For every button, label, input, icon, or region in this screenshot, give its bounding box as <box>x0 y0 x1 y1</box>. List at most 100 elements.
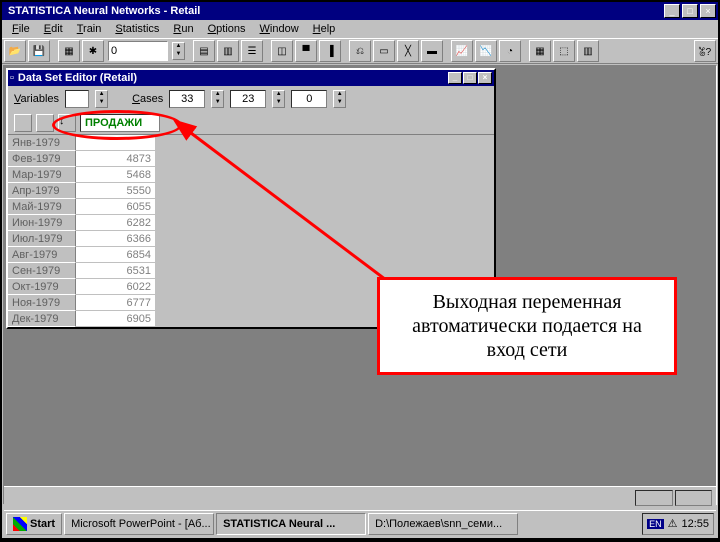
cell-value[interactable]: 5550 <box>76 183 156 199</box>
table-row[interactable]: Авг-19796854 <box>8 247 494 263</box>
taskbar: Start Microsoft PowerPoint - [Аб... STAT… <box>4 510 716 536</box>
row-header: Дек-1979 <box>8 311 76 327</box>
tb-chart2-icon[interactable]: 📉 <box>475 40 497 62</box>
column-header[interactable]: ПРОДАЖИ <box>80 114 160 132</box>
row-header: Июн-1979 <box>8 215 76 231</box>
tb-j-icon[interactable]: ▬ <box>421 40 443 62</box>
child-title-text: Data Set Editor (Retail) <box>18 72 137 84</box>
cell-value[interactable]: 6777 <box>76 295 156 311</box>
tb-f-icon[interactable]: ▐ <box>319 40 341 62</box>
tb-i-icon[interactable]: ╳ <box>397 40 419 62</box>
cell-value[interactable]: 6531 <box>76 263 156 279</box>
cases-spin-3[interactable]: ▲▼ <box>333 90 346 108</box>
row-header: Авг-1979 <box>8 247 76 263</box>
tb-h-icon[interactable]: ▭ <box>373 40 395 62</box>
tb-e-icon[interactable]: ▀ <box>295 40 317 62</box>
table-row[interactable]: Мар-19795468 <box>8 167 494 183</box>
annotation-callout: Выходная переменная автоматически подает… <box>377 277 677 375</box>
row-header: Янв-1979 <box>8 135 76 151</box>
app-titlebar: STATISTICA Neural Networks - Retail _ □ … <box>2 2 718 20</box>
cases-spin-1[interactable]: ▲▼ <box>211 90 224 108</box>
status-cell-1 <box>635 490 672 506</box>
tb-help-icon[interactable]: 𖡄? <box>694 40 716 62</box>
tb-save-icon[interactable]: 💾 <box>28 40 50 62</box>
variables-spin[interactable]: ▲▼ <box>95 90 108 108</box>
status-cell-2 <box>675 490 712 506</box>
tb-value-input[interactable] <box>108 41 168 61</box>
cases-input-1[interactable] <box>169 90 205 108</box>
cell-value[interactable]: 4873 <box>76 151 156 167</box>
system-tray: EN ⚠ 12:55 <box>642 513 714 535</box>
lang-indicator[interactable]: EN <box>647 519 664 529</box>
table-row[interactable]: Янв-1979 <box>8 135 494 151</box>
tb-spin[interactable]: ▲▼ <box>172 42 185 60</box>
cell-value[interactable]: 5468 <box>76 167 156 183</box>
col-btn-3[interactable]: ↕ <box>58 114 76 132</box>
child-min-button[interactable]: _ <box>448 72 462 84</box>
menu-help[interactable]: Help <box>307 22 342 36</box>
child-titlebar: ▫ Data Set Editor (Retail) _ □ × <box>8 70 494 86</box>
cell-value[interactable]: 6282 <box>76 215 156 231</box>
tb-a-icon[interactable]: ▤ <box>193 40 215 62</box>
menu-run[interactable]: Run <box>167 22 199 36</box>
windows-logo-icon <box>13 517 27 531</box>
cases-input-3[interactable] <box>291 90 327 108</box>
tb-c-icon[interactable]: ☰ <box>241 40 263 62</box>
tb-m-icon[interactable]: ▥ <box>577 40 599 62</box>
child-max-button[interactable]: □ <box>463 72 477 84</box>
table-row[interactable]: Июн-19796282 <box>8 215 494 231</box>
col-btn-1[interactable] <box>14 114 32 132</box>
cell-value[interactable]: 6854 <box>76 247 156 263</box>
tb-b-icon[interactable]: ▥ <box>217 40 239 62</box>
callout-text: Выходная переменная автоматически подает… <box>392 290 662 362</box>
cell-value[interactable]: 6022 <box>76 279 156 295</box>
row-header: Май-1979 <box>8 199 76 215</box>
tb-k-icon[interactable]: ▦ <box>529 40 551 62</box>
menu-statistics[interactable]: Statistics <box>109 22 165 36</box>
task-powerpoint[interactable]: Microsoft PowerPoint - [Аб... <box>64 513 214 535</box>
close-button[interactable]: × <box>700 4 716 18</box>
tb-g-icon[interactable]: ⎌ <box>349 40 371 62</box>
menu-train[interactable]: Train <box>71 22 108 36</box>
menu-edit[interactable]: Edit <box>38 22 69 36</box>
maximize-button[interactable]: □ <box>682 4 698 18</box>
row-header: Сен-1979 <box>8 263 76 279</box>
table-row[interactable]: Апр-19795550 <box>8 183 494 199</box>
row-header: Окт-1979 <box>8 279 76 295</box>
tb-chart3-icon[interactable]: ◔ <box>499 40 521 62</box>
cell-value[interactable] <box>76 135 156 151</box>
variables-label: Variables <box>14 93 59 105</box>
task-explorer[interactable]: D:\Полежаев\snn_семи... <box>368 513 518 535</box>
menu-options[interactable]: Options <box>202 22 252 36</box>
table-row[interactable]: Июл-19796366 <box>8 231 494 247</box>
tb-d-icon[interactable]: ◫ <box>271 40 293 62</box>
start-button[interactable]: Start <box>6 513 62 535</box>
row-header: Апр-1979 <box>8 183 76 199</box>
statusbar <box>4 486 716 508</box>
table-row[interactable]: Май-19796055 <box>8 199 494 215</box>
child-close-button[interactable]: × <box>478 72 492 84</box>
cell-value[interactable]: 6905 <box>76 311 156 327</box>
cases-input-2[interactable] <box>230 90 266 108</box>
row-header: Мар-1979 <box>8 167 76 183</box>
cases-spin-2[interactable]: ▲▼ <box>272 90 285 108</box>
clock: 12:55 <box>681 518 709 530</box>
tb-chart1-icon[interactable]: 📈 <box>451 40 473 62</box>
row-header: Фев-1979 <box>8 151 76 167</box>
col-btn-2[interactable] <box>36 114 54 132</box>
minimize-button[interactable]: _ <box>664 4 680 18</box>
tb-l-icon[interactable]: ⬚ <box>553 40 575 62</box>
tb-open-icon[interactable]: 📂 <box>4 40 26 62</box>
task-statistica[interactable]: STATISTICA Neural ... <box>216 513 366 535</box>
row-header: Ноя-1979 <box>8 295 76 311</box>
cell-value[interactable]: 6055 <box>76 199 156 215</box>
menu-window[interactable]: Window <box>254 22 305 36</box>
app-title: STATISTICA Neural Networks - Retail <box>4 5 664 17</box>
table-row[interactable]: Фев-19794873 <box>8 151 494 167</box>
tray-alert-icon[interactable]: ⚠ <box>668 517 678 530</box>
variables-input[interactable] <box>65 90 89 108</box>
menu-file[interactable]: File <box>6 22 36 36</box>
cell-value[interactable]: 6366 <box>76 231 156 247</box>
tb-grid-icon[interactable]: ▦ <box>58 40 80 62</box>
tb-net-icon[interactable]: ✱ <box>82 40 104 62</box>
